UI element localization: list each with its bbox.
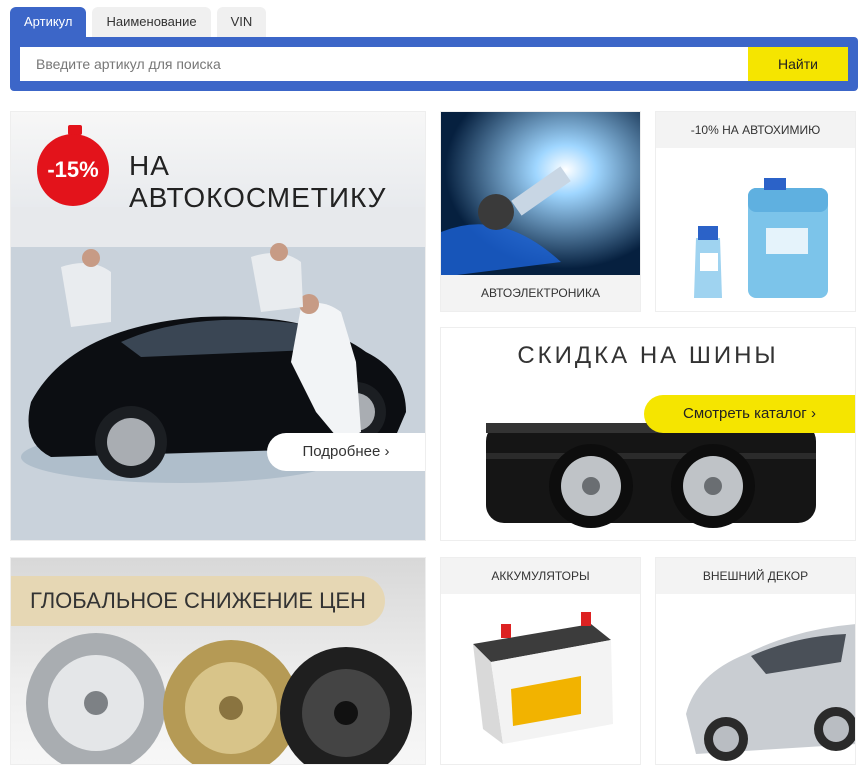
search-tabs: Артикул Наименование VIN [10,7,267,37]
more-button[interactable]: Подробнее › [267,433,425,471]
search-button[interactable]: Найти [748,47,848,81]
tires-stack-image [486,423,816,528]
tile-caption-chemistry: -10% НА АВТОХИМИЮ [656,112,855,148]
tile-caption-electronics: АВТОЭЛЕКТРОНИКА [441,275,640,311]
silver-car-image [686,624,855,761]
tab-article[interactable]: Артикул [10,7,87,37]
tab-name[interactable]: Наименование [92,7,211,37]
search-input[interactable] [20,47,748,81]
chemistry-bottles-image [694,178,828,298]
wheels-banner: ГЛОБАЛЬНОЕ СНИЖЕНИЕ ЦЕН [11,576,385,626]
tile-auto-chemistry[interactable]: -10% НА АВТОХИМИЮ [655,111,856,312]
view-catalog-button[interactable]: Смотреть каталог › [644,395,855,433]
tab-vin[interactable]: VIN [216,7,267,37]
promo-title: НА АВТОКОСМЕТИКУ [129,150,387,213]
tile-batteries[interactable]: АККУМУЛЯТОРЫ [440,557,641,765]
tile-exterior-decor[interactable]: ВНЕШНИЙ ДЕКОР [655,557,856,765]
tile-auto-electronics[interactable]: АВТОЭЛЕКТРОНИКА [440,111,641,312]
discount-badge: -15% [37,134,109,206]
battery-image [473,612,613,744]
tile-car-cosmetics[interactable]: -15% НА АВТОКОСМЕТИКУ Подробнее › [10,111,426,541]
xenon-lamp-image [441,112,640,277]
tile-tires-sale[interactable]: СКИДКА НА ШИНЫ Смотреть каталог › [440,327,856,541]
tile-caption-batteries: АККУМУЛЯТОРЫ [441,558,640,594]
search-panel: Найти [10,37,858,91]
tile-caption-decor: ВНЕШНИЙ ДЕКОР [656,558,855,594]
search-row: Найти [20,47,848,81]
tile-wheels-sale[interactable]: ГЛОБАЛЬНОЕ СНИЖЕНИЕ ЦЕН [10,557,426,765]
